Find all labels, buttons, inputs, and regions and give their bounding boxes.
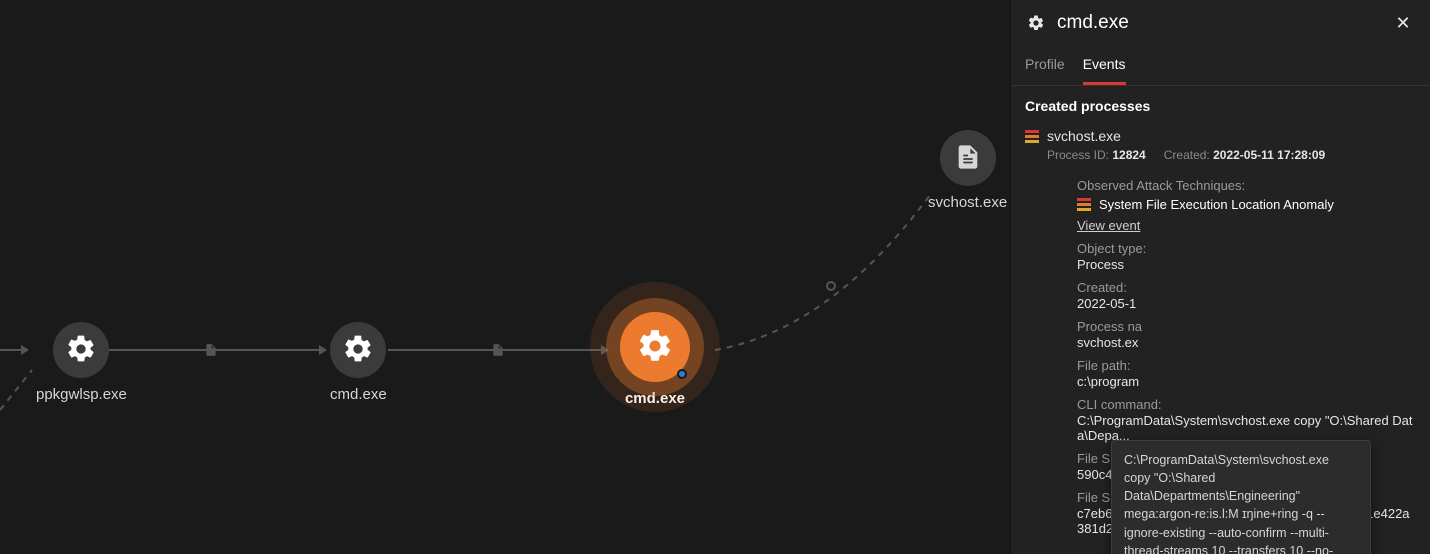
file-path-label: File path: xyxy=(1077,358,1416,373)
graph-node-svchost[interactable]: svchost.exe xyxy=(928,130,1007,211)
panel-header: cmd.exe ✕ xyxy=(1011,0,1430,42)
graph-node-label: cmd.exe xyxy=(330,386,387,403)
document-icon xyxy=(954,143,982,174)
tab-profile[interactable]: Profile xyxy=(1025,48,1065,85)
gear-icon xyxy=(1025,12,1047,34)
gear-icon xyxy=(65,333,97,368)
graph-node-ppkgwlsp[interactable]: ppkgwlsp.exe xyxy=(36,322,127,403)
graph-node-label: svchost.exe xyxy=(928,194,1007,211)
gear-icon xyxy=(342,333,374,368)
panel-tabs: Profile Events xyxy=(1011,42,1430,86)
graph-node-label: cmd.exe xyxy=(625,390,685,407)
view-event-link[interactable]: View event xyxy=(1077,218,1140,233)
process-name-value: svchost.ex xyxy=(1077,335,1416,350)
cli-value: C:\ProgramData\System\svchost.exe copy "… xyxy=(1077,413,1416,443)
attack-name: System File Execution Location Anomaly xyxy=(1099,197,1334,212)
process-name: svchost.exe xyxy=(1047,128,1121,144)
details-panel: cmd.exe ✕ Profile Events Created process… xyxy=(1010,0,1430,554)
object-type-label: Object type: xyxy=(1077,241,1416,256)
pid-label: Process ID: xyxy=(1047,148,1109,162)
file-path-value: c:\program xyxy=(1077,374,1416,389)
created-label: Created: xyxy=(1077,280,1416,295)
created-process-row[interactable]: svchost.exe xyxy=(1011,122,1430,146)
graph-node-cmd-1[interactable]: cmd.exe xyxy=(330,322,387,403)
object-type-value: Process xyxy=(1077,257,1416,272)
gear-icon xyxy=(636,327,674,368)
created-value: 2022-05-11 17:28:09 xyxy=(1213,148,1325,162)
section-heading: Created processes xyxy=(1011,86,1430,122)
graph-node-label: ppkgwlsp.exe xyxy=(36,386,127,403)
edge-marker xyxy=(826,281,836,291)
process-meta: Process ID: 12824 Created: 2022-05-11 17… xyxy=(1011,146,1430,170)
severity-icon xyxy=(1025,130,1039,143)
tab-events[interactable]: Events xyxy=(1083,48,1126,85)
severity-icon xyxy=(1077,198,1091,211)
status-dot-icon xyxy=(677,369,687,379)
graph-node-cmd-selected[interactable]: cmd.exe xyxy=(620,312,690,407)
process-details: Observed Attack Techniques: System File … xyxy=(1011,170,1430,536)
created-value: 2022-05-1 xyxy=(1077,296,1416,311)
pid-value: 12824 xyxy=(1112,148,1145,162)
panel-title: cmd.exe xyxy=(1057,12,1380,34)
created-label: Created: xyxy=(1164,148,1210,162)
process-graph[interactable]: ppkgwlsp.exe cmd.exe cmd.exe svchost.exe xyxy=(0,0,1010,554)
tooltip: C:\ProgramData\System\svchost.exe copy "… xyxy=(1111,440,1371,554)
attack-label: Observed Attack Techniques: xyxy=(1077,178,1416,193)
close-button[interactable]: ✕ xyxy=(1390,10,1416,36)
process-name-label: Process na xyxy=(1077,319,1416,334)
edge-n2-n3 xyxy=(0,0,1010,554)
cli-label: CLI command: xyxy=(1077,397,1416,412)
